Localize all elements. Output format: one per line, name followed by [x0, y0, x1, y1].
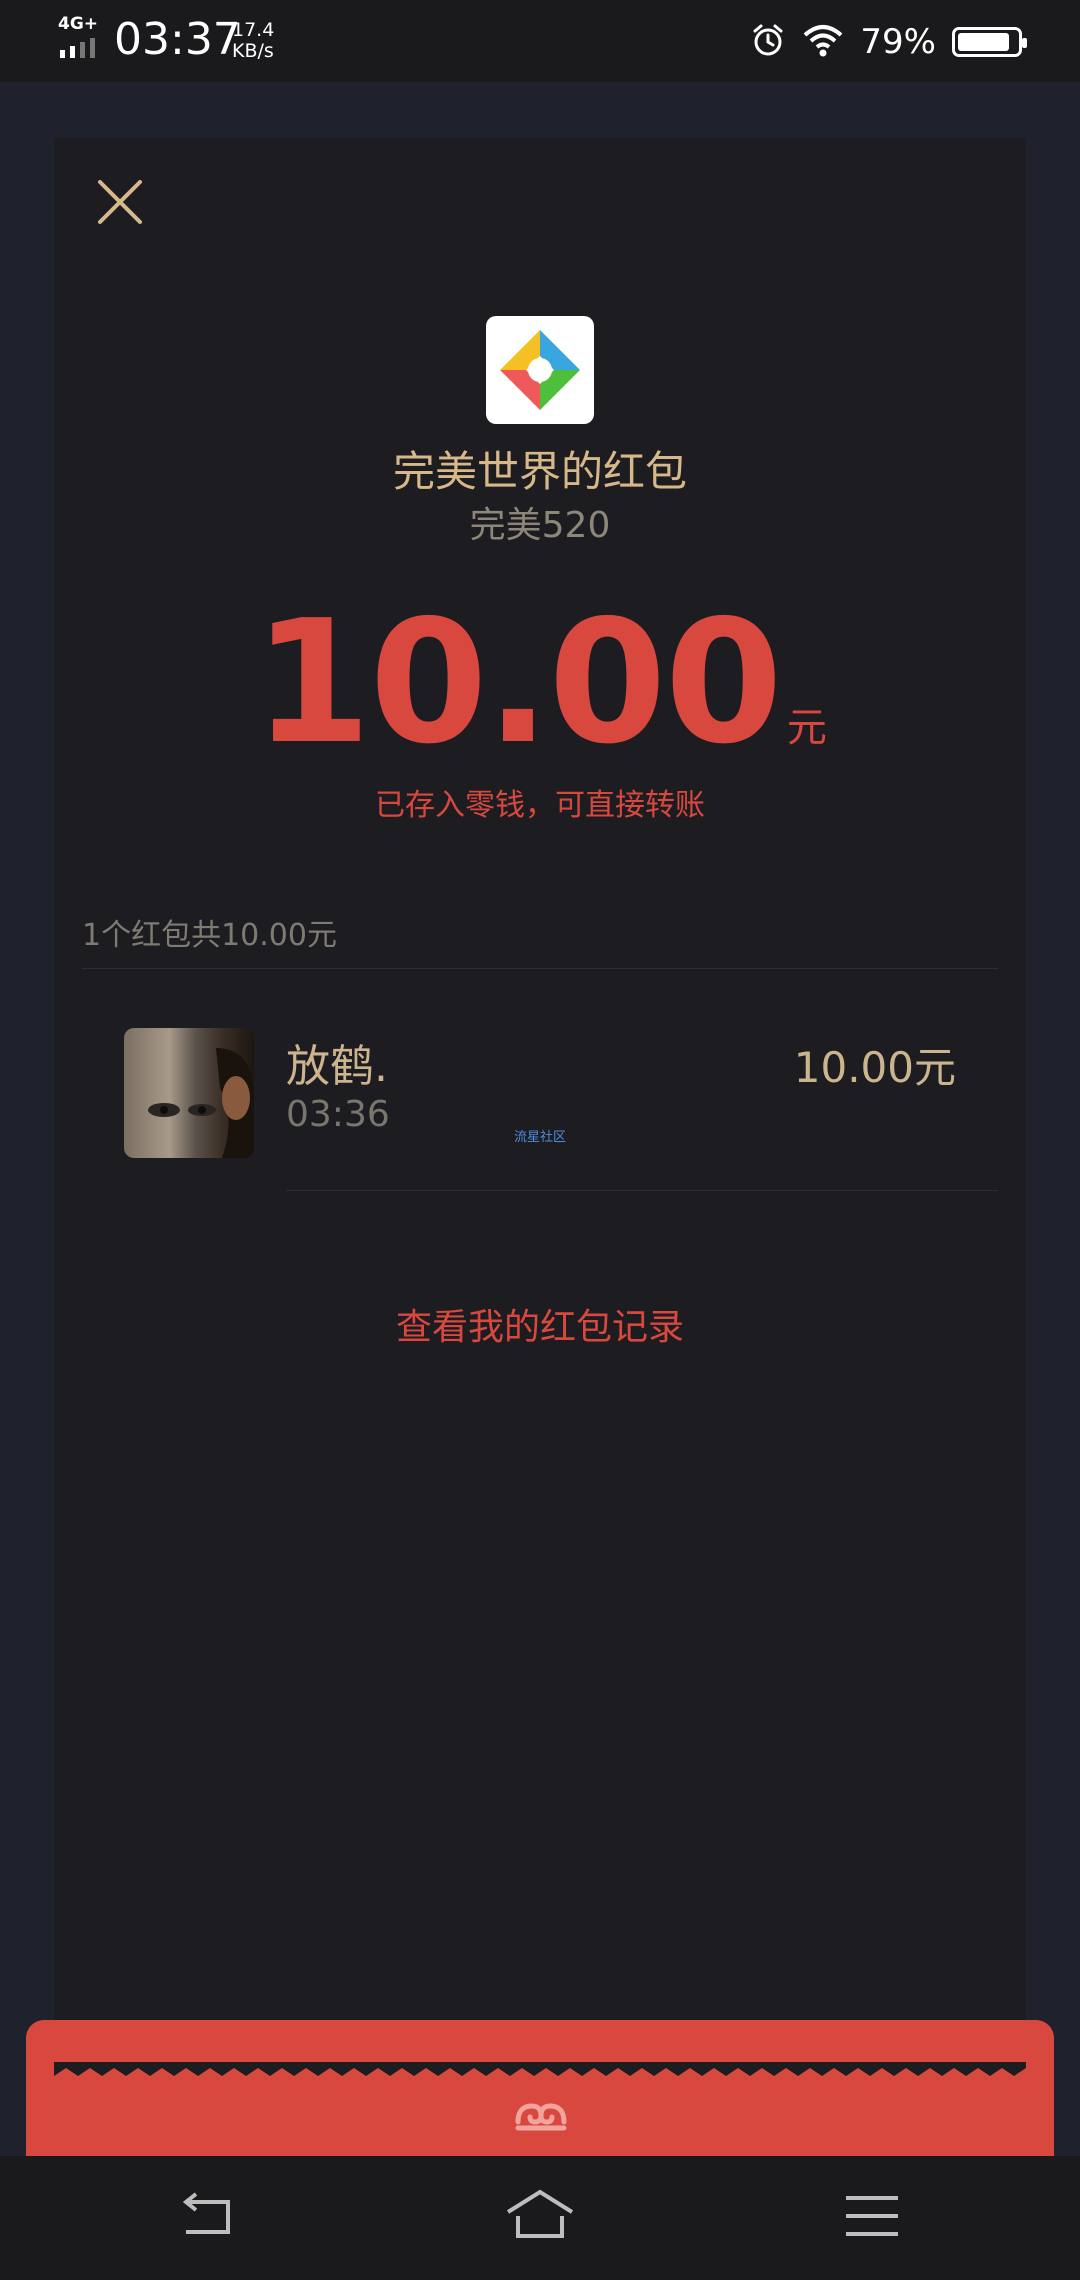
stored-note: 已存入零钱，可直接转账: [375, 788, 705, 823]
record-name: 放鹤.: [286, 1041, 388, 1092]
wifi-icon: [802, 23, 844, 61]
record-amount: 10.00元: [793, 1043, 956, 1092]
close-button[interactable]: [92, 174, 148, 230]
watermark-text: 流星社区: [514, 1130, 567, 1145]
home-button[interactable]: [504, 2186, 576, 2246]
menu-button[interactable]: [836, 2186, 908, 2246]
close-icon: [98, 180, 142, 224]
amount-value: 10.00: [253, 584, 783, 782]
status-bar: 4G+ 03:37 17.4 KB/s 79%: [0, 0, 1080, 82]
amount-unit: 元: [786, 705, 827, 751]
status-right: 79%: [750, 18, 1027, 66]
perfect-world-logo: [486, 316, 594, 424]
red-packet-card: 完美世界的红包 完美520 10.00 元 已存入零钱，可直接转账 1个红包共10…: [54, 138, 1026, 2070]
navigation-bar: [0, 2156, 1080, 2280]
speed-value: 17.4: [232, 19, 275, 41]
battery-icon: [952, 27, 1027, 57]
greeting-text: 完美520: [469, 505, 611, 546]
divider: [286, 1190, 998, 1191]
network-type: 4G+: [58, 14, 99, 34]
red-envelope-strip: [26, 2020, 1054, 2156]
home-icon: [506, 2189, 574, 2238]
cloud-swirl-icon: [512, 2092, 570, 2136]
zigzag-edge: [54, 2062, 1026, 2076]
avatar: [124, 1028, 254, 1158]
view-my-records-link[interactable]: 查看我的红包记录: [54, 1298, 1026, 1350]
status-time: 03:37: [114, 14, 241, 65]
record-time: 03:36: [286, 1094, 390, 1135]
back-icon: [182, 2192, 230, 2234]
amount-display: 10.00 元: [54, 598, 1026, 768]
menu-icon: [846, 2196, 898, 2236]
back-button[interactable]: [172, 2186, 244, 2246]
signal-icon: [60, 38, 95, 58]
list-item[interactable]: 放鹤. 03:36 10.00元 流星社区: [54, 968, 1026, 1190]
packet-summary: 1个红包共10.00元: [82, 918, 337, 953]
battery-percent: 79%: [860, 22, 936, 62]
alarm-icon: [750, 22, 786, 62]
speed-unit: KB/s: [232, 40, 274, 62]
network-speed: 17.4 KB/s: [232, 20, 274, 62]
sender-title: 完美世界的红包: [392, 447, 687, 496]
battery-fill: [958, 33, 1009, 51]
